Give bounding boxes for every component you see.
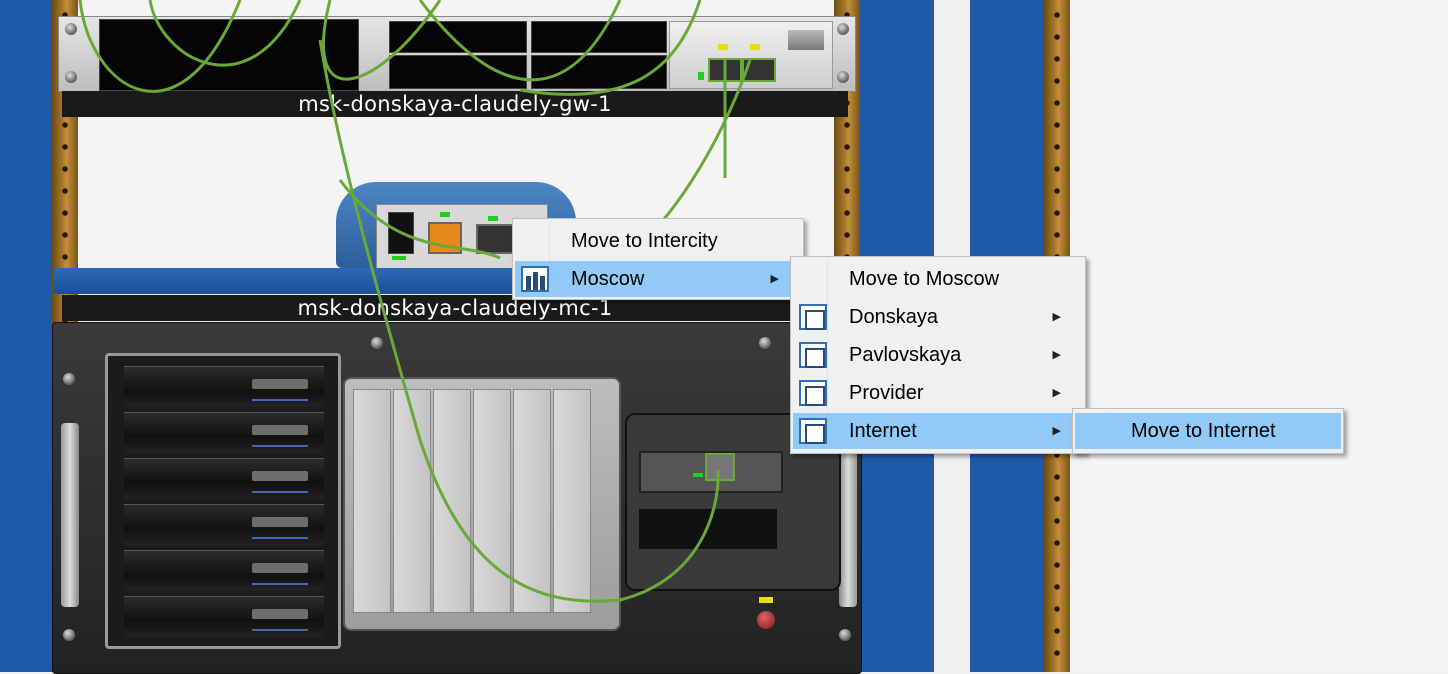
- building-icon: [799, 380, 827, 406]
- menu-item-donskaya[interactable]: Donskaya ▶: [793, 299, 1083, 335]
- menu-item-label: Move to Intercity: [571, 230, 718, 252]
- building-icon: [799, 342, 827, 368]
- context-menu: Move to Intercity Moscow ▶: [512, 218, 804, 300]
- menu-item-move-to-internet[interactable]: Move to Internet: [1075, 413, 1341, 449]
- cable: [418, 0, 622, 82]
- cable: [78, 0, 242, 93]
- building-icon: [799, 418, 827, 444]
- cable: [519, 0, 702, 96]
- menu-item-pavlovskaya[interactable]: Pavlovskaya ▶: [793, 337, 1083, 373]
- city-icon: [521, 266, 549, 292]
- submenu-arrow-icon: ▶: [1052, 349, 1061, 361]
- submenu-arrow-icon: ▶: [1052, 387, 1061, 399]
- menu-item-move-to-intercity[interactable]: Move to Intercity: [515, 223, 801, 259]
- menu-item-provider[interactable]: Provider ▶: [793, 375, 1083, 411]
- menu-item-label: Pavlovskaya: [849, 344, 962, 366]
- menu-item-label: Provider: [849, 382, 924, 404]
- menu-item-internet[interactable]: Internet ▶: [793, 413, 1083, 449]
- internet-submenu: Move to Internet: [1072, 408, 1344, 454]
- submenu-arrow-icon: ▶: [1052, 311, 1061, 323]
- menu-item-label: Move to Internet: [1131, 420, 1276, 442]
- menu-item-label: Move to Moscow: [849, 268, 1000, 290]
- menu-item-label: Internet: [849, 420, 917, 442]
- menu-item-moscow[interactable]: Moscow ▶: [515, 261, 801, 297]
- submenu-arrow-icon: ▶: [770, 273, 779, 285]
- menu-item-label: Donskaya: [849, 306, 938, 328]
- menu-item-label: Moscow: [571, 268, 645, 290]
- submenu-arrow-icon: ▶: [1052, 425, 1061, 437]
- cable: [322, 0, 442, 81]
- cables-overlay: [78, 0, 752, 603]
- moscow-submenu: Move to Moscow Donskaya ▶ Pavlovskaya ▶ …: [790, 256, 1086, 454]
- building-icon: [799, 304, 827, 330]
- cable: [318, 39, 720, 603]
- menu-item-move-to-moscow[interactable]: Move to Moscow: [793, 261, 1083, 297]
- cable: [338, 179, 501, 260]
